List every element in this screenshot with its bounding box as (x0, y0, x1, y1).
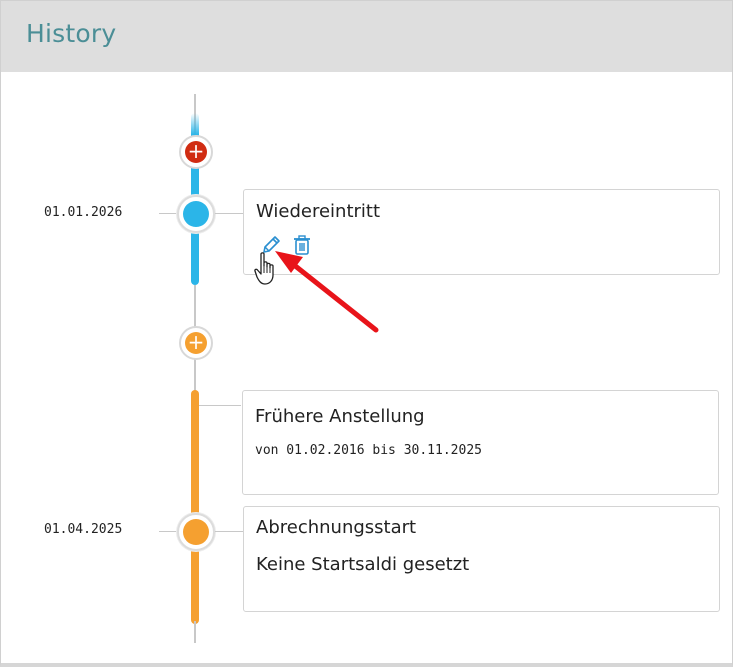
timeline-line-bottom (194, 621, 196, 643)
entry-card-fruehere-anstellung[interactable]: Frühere Anstellung von 01.02.2016 bis 30… (242, 390, 719, 495)
panel-title: History (26, 19, 117, 48)
date-connector (159, 213, 179, 214)
entry-title: Wiedereintritt (256, 201, 381, 222)
entry-card-abrechnungsstart[interactable]: Abrechnungsstart Keine Startsaldi gesetz… (243, 506, 720, 612)
entry-title: Abrechnungsstart (256, 517, 417, 538)
entry-date: 01.04.2025 (44, 522, 123, 537)
entry-subtitle: von 01.02.2016 bis 30.11.2025 (255, 443, 482, 458)
card-connector (215, 531, 243, 532)
date-connector (159, 531, 179, 532)
entry-text: Keine Startsaldi gesetzt (256, 554, 470, 575)
panel-header: History (1, 1, 732, 72)
entry-title: Frühere Anstellung (255, 406, 425, 427)
timeline-node-orange (177, 513, 215, 551)
entry-date: 01.01.2026 (44, 205, 123, 220)
annotation-arrow-icon (269, 247, 389, 339)
plus-icon: + (185, 332, 207, 354)
plus-icon: + (185, 141, 207, 163)
timeline-segment-orange (191, 390, 199, 624)
history-panel: History + 01.01.2026 Wiedereintritt + Fr… (0, 0, 733, 667)
card-connector (215, 213, 243, 214)
add-entry-button-top[interactable]: + (179, 135, 213, 169)
timeline-node-blue (177, 195, 215, 233)
add-entry-button-middle[interactable]: + (179, 326, 213, 360)
card-connector (199, 405, 241, 406)
